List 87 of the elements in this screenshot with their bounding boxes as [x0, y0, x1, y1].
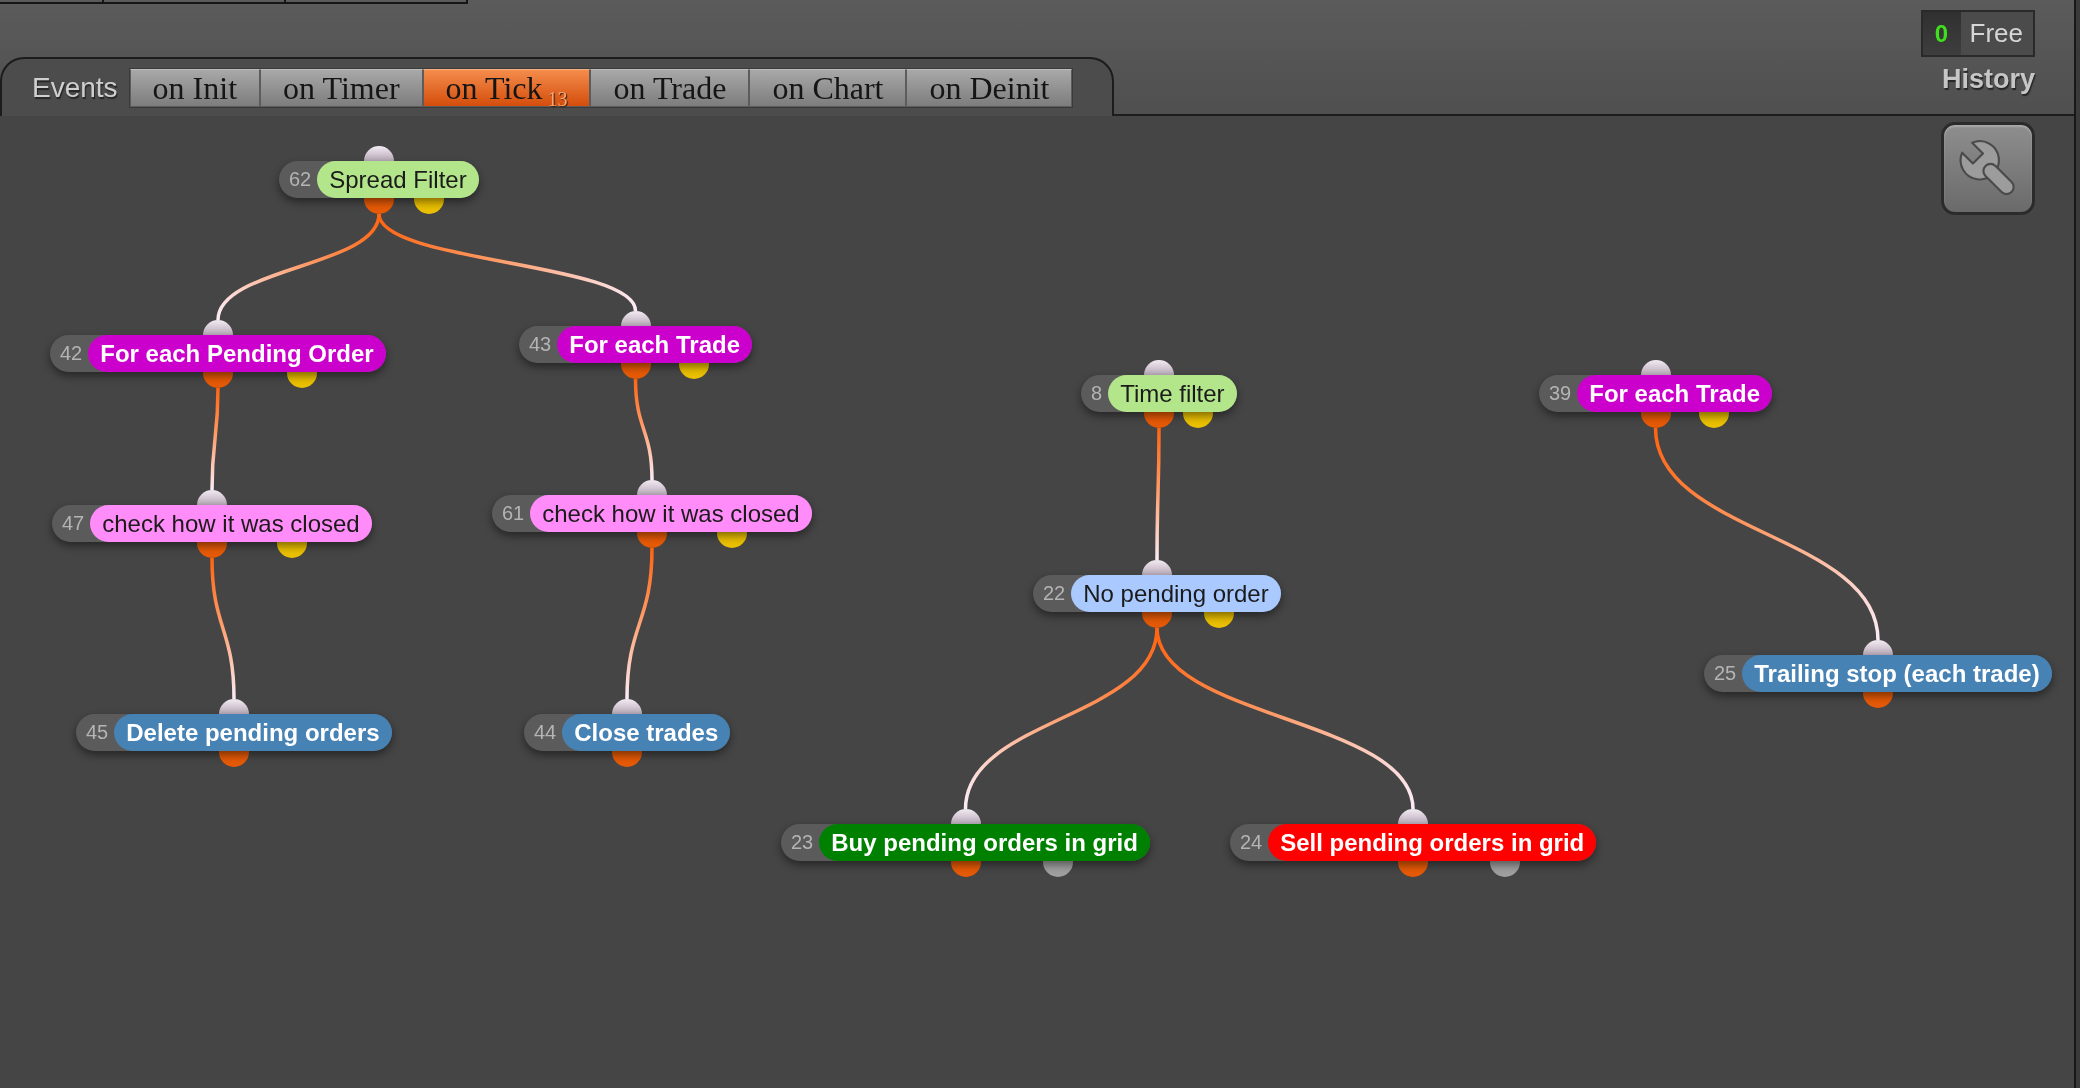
flow-block[interactable]: 45 Delete pending orders — [76, 714, 392, 751]
flow-block[interactable]: 8 Time filter — [1081, 375, 1237, 412]
output-port-icon[interactable] — [1699, 412, 1729, 428]
flow-block[interactable]: 39 For each Trade — [1539, 375, 1772, 412]
output-port-icon[interactable] — [717, 532, 747, 548]
event-tab[interactable]: on Tick$_{13}$ — [422, 68, 591, 107]
input-port-icon[interactable] — [364, 146, 394, 161]
output-port-icon[interactable] — [1490, 861, 1520, 877]
output-port-icon[interactable] — [203, 372, 233, 388]
input-port-icon[interactable] — [197, 490, 227, 505]
event-tab[interactable]: on Timer — [260, 68, 423, 107]
output-port-icon[interactable] — [287, 372, 317, 388]
input-port-icon[interactable] — [203, 320, 233, 335]
flow-block[interactable]: 61 check how it was closed — [492, 495, 812, 532]
block-title: check how it was closed — [530, 495, 812, 532]
output-port-icon[interactable] — [1043, 861, 1073, 877]
input-port-icon[interactable] — [1144, 360, 1174, 375]
output-port-icon[interactable] — [637, 532, 667, 548]
output-port-icon[interactable] — [1142, 612, 1172, 628]
output-port-icon[interactable] — [1204, 612, 1234, 628]
block-number: 39 — [1548, 381, 1573, 406]
input-port-icon[interactable] — [1398, 809, 1428, 824]
block-number: 62 — [288, 167, 313, 192]
block-number: 43 — [528, 332, 553, 357]
block-number: 8 — [1090, 381, 1104, 406]
flow-block[interactable]: 44 Close trades — [524, 714, 731, 751]
input-port-icon[interactable] — [637, 480, 667, 495]
block-number: 42 — [59, 341, 84, 366]
block-title: check how it was closed — [90, 505, 372, 542]
output-port-icon[interactable] — [679, 363, 709, 379]
events-label: Events — [32, 70, 118, 105]
input-port-icon[interactable] — [1641, 360, 1671, 375]
block-title: For each Pending Order — [88, 335, 386, 372]
block-title: Delete pending orders — [114, 714, 392, 751]
block-title: Close trades — [562, 714, 731, 751]
event-tab[interactable]: on Chart — [749, 68, 907, 107]
flow-block[interactable]: 47 check how it was closed — [52, 505, 372, 542]
block-title: Time filter — [1108, 375, 1237, 412]
event-tab[interactable]: on Init — [129, 68, 261, 107]
event-tab[interactable]: on Trade — [590, 68, 750, 107]
block-number: 61 — [501, 501, 526, 526]
flow-block[interactable]: 24 Sell pending orders in grid — [1230, 824, 1597, 861]
output-port-icon[interactable] — [1183, 412, 1213, 428]
output-port-icon[interactable] — [219, 751, 249, 767]
block-number: 45 — [85, 720, 110, 745]
flow-block[interactable]: 42 For each Pending Order — [50, 335, 386, 372]
block-title: For each Trade — [557, 326, 752, 363]
flow-block[interactable]: 43 For each Trade — [519, 326, 752, 363]
block-title: Trailing stop (each trade) — [1742, 655, 2052, 692]
output-port-icon[interactable] — [364, 198, 394, 214]
tool-button[interactable] — [1941, 122, 2035, 215]
output-port-icon[interactable] — [951, 861, 981, 877]
flow-block[interactable]: 25 Trailing stop (each trade) — [1704, 655, 2052, 692]
input-port-icon[interactable] — [1863, 640, 1893, 655]
block-title: Spread Filter — [317, 161, 479, 198]
event-count: 13 — [547, 87, 568, 110]
flow-block[interactable]: 62 Spread Filter — [279, 161, 479, 198]
block-number: 23 — [790, 830, 815, 855]
block-title: Buy pending orders in grid — [819, 824, 1150, 861]
block-title: No pending order — [1071, 575, 1281, 612]
output-port-icon[interactable] — [414, 198, 444, 214]
block-number: 24 — [1239, 830, 1264, 855]
block-number: 47 — [61, 511, 86, 536]
input-port-icon[interactable] — [1142, 560, 1172, 575]
input-port-icon[interactable] — [612, 699, 642, 714]
output-port-icon[interactable] — [277, 542, 307, 558]
history-link[interactable]: History — [1941, 64, 2035, 94]
output-port-icon[interactable] — [1641, 412, 1671, 428]
block-number: 22 — [1042, 581, 1067, 606]
input-port-icon[interactable] — [219, 699, 249, 714]
input-port-icon[interactable] — [951, 809, 981, 824]
event-tab[interactable]: on Deinit — [906, 68, 1073, 107]
output-port-icon[interactable] — [621, 363, 651, 379]
output-port-icon[interactable] — [612, 751, 642, 767]
output-port-icon[interactable] — [1863, 692, 1893, 708]
block-title: Sell pending orders in grid — [1268, 824, 1597, 861]
output-port-icon[interactable] — [197, 542, 227, 558]
free-count: 0 — [1922, 12, 1961, 55]
output-port-icon[interactable] — [1144, 412, 1174, 428]
block-number: 44 — [533, 720, 558, 745]
free-label: Free — [1968, 17, 2024, 50]
output-port-icon[interactable] — [1398, 861, 1428, 877]
input-port-icon[interactable] — [621, 311, 651, 326]
block-number: 25 — [1713, 661, 1738, 686]
flow-block[interactable]: 23 Buy pending orders in grid — [781, 824, 1150, 861]
block-title: For each Trade — [1577, 375, 1772, 412]
flow-block[interactable]: 22 No pending order — [1033, 575, 1281, 612]
